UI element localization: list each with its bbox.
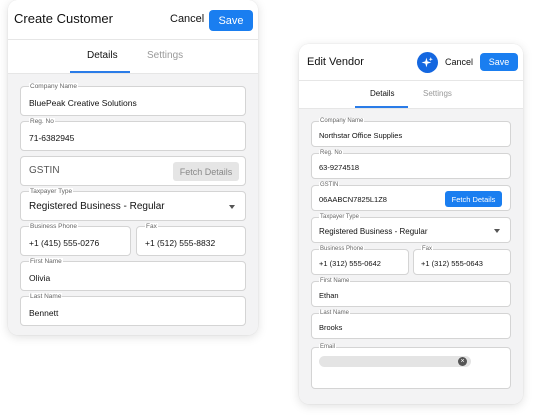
tab-details[interactable]: Details [87, 50, 118, 61]
field-label: Last Name [319, 310, 351, 316]
fetch-details-button[interactable]: Fetch Details [173, 162, 239, 181]
field-value: +1 (512) 555-8832 [145, 238, 216, 248]
field-label: Company Name [319, 118, 365, 124]
field-label: Last Name [29, 293, 63, 300]
dialog-header: Edit Vendor Cancel Save [299, 44, 523, 81]
field-label: Reg. No [29, 118, 55, 125]
first-name-field[interactable]: First Name Olivia [20, 258, 246, 291]
field-value: Registered Business - Regular [29, 201, 165, 212]
create-customer-dialog: Create Customer Cancel Save Details Sett… [8, 0, 258, 335]
field-value: Bennett [29, 308, 59, 318]
business-phone-field[interactable]: Business Phone +1 (415) 555-0276 [20, 223, 131, 256]
ai-assist-button[interactable] [417, 52, 438, 73]
last-name-field[interactable]: Last Name Bennett [20, 293, 246, 326]
first-name-field[interactable]: First Name Ethan [311, 278, 511, 307]
business-phone-field[interactable]: Business Phone +1 (312) 555-0642 [311, 246, 409, 275]
chevron-down-icon [494, 229, 500, 233]
field-value: 71-6382945 [29, 133, 75, 143]
dialog-title: Create Customer [14, 11, 113, 26]
tab-bar: Details Settings [299, 80, 523, 109]
email-field[interactable]: Email × [311, 344, 511, 389]
field-label: GSTIN [319, 182, 340, 188]
company-name-field[interactable]: Company Name Northstar Office Supplies [311, 118, 511, 147]
field-value: BluePeak Creative Solutions [29, 98, 137, 108]
cancel-button[interactable]: Cancel [445, 57, 473, 67]
field-label: Fax [421, 246, 434, 252]
field-value: +1 (312) 555-0642 [319, 259, 381, 268]
form-body: Company Name BluePeak Creative Solutions… [8, 74, 258, 335]
tab-bar: Details Settings [8, 39, 258, 74]
chevron-down-icon [229, 205, 235, 209]
tab-settings[interactable]: Settings [147, 50, 183, 61]
taxpayer-type-select[interactable]: Taxpayer Type Registered Business - Regu… [311, 214, 511, 243]
field-value: +1 (415) 555-0276 [29, 238, 100, 248]
fax-field[interactable]: Fax +1 (512) 555-8832 [136, 223, 246, 256]
field-label: Taxpayer Type [319, 214, 360, 220]
sparkle-icon [421, 57, 433, 68]
field-label: Company Name [29, 83, 78, 90]
fax-field[interactable]: Fax +1 (312) 555-0643 [413, 246, 511, 275]
field-value: +1 (312) 555-0643 [421, 259, 483, 268]
email-chip: × [319, 356, 471, 367]
dialog-title: Edit Vendor [307, 56, 364, 68]
dialog-header: Create Customer Cancel Save [8, 0, 258, 40]
field-label: Fax [145, 223, 158, 230]
reg-no-field[interactable]: Reg. No 63-9274518 [311, 150, 511, 179]
form-body: Company Name Northstar Office Supplies R… [299, 109, 523, 404]
field-value: Ethan [319, 291, 339, 300]
gstin-placeholder: GSTIN [29, 165, 60, 176]
gstin-field[interactable]: GSTIN 06AABCN7825L1Z8 Fetch Details [311, 182, 511, 211]
field-label: Business Phone [29, 223, 78, 230]
tab-settings[interactable]: Settings [423, 89, 452, 98]
active-tab-indicator [70, 71, 130, 73]
reg-no-field[interactable]: Reg. No 71-6382945 [20, 118, 246, 151]
fetch-details-button[interactable]: Fetch Details [445, 191, 502, 207]
field-label: Email [319, 344, 337, 350]
cancel-button[interactable]: Cancel [170, 13, 204, 25]
field-value: Registered Business - Regular [319, 227, 428, 236]
active-tab-indicator [355, 106, 408, 108]
field-value: 06AABCN7825L1Z8 [319, 195, 387, 204]
field-value: Northstar Office Supplies [319, 131, 403, 140]
company-name-field[interactable]: Company Name BluePeak Creative Solutions [20, 83, 246, 116]
last-name-field[interactable]: Last Name Brooks [311, 310, 511, 339]
close-icon[interactable]: × [458, 357, 467, 366]
tab-details[interactable]: Details [370, 89, 394, 98]
edit-vendor-dialog: Edit Vendor Cancel Save Details Settings… [299, 44, 523, 404]
field-label: First Name [319, 278, 351, 284]
field-value: 63-9274518 [319, 163, 360, 172]
field-label: Taxpayer Type [29, 188, 74, 195]
save-button[interactable]: Save [480, 53, 518, 71]
field-value: Olivia [29, 273, 51, 283]
field-value: Brooks [319, 323, 343, 332]
save-button[interactable]: Save [209, 10, 253, 31]
gstin-field[interactable]: GSTIN Fetch Details [20, 156, 246, 186]
field-label: First Name [29, 258, 63, 265]
taxpayer-type-select[interactable]: Taxpayer Type Registered Business - Regu… [20, 188, 246, 221]
field-label: Business Phone [319, 246, 365, 252]
field-label: Reg. No [319, 150, 344, 156]
